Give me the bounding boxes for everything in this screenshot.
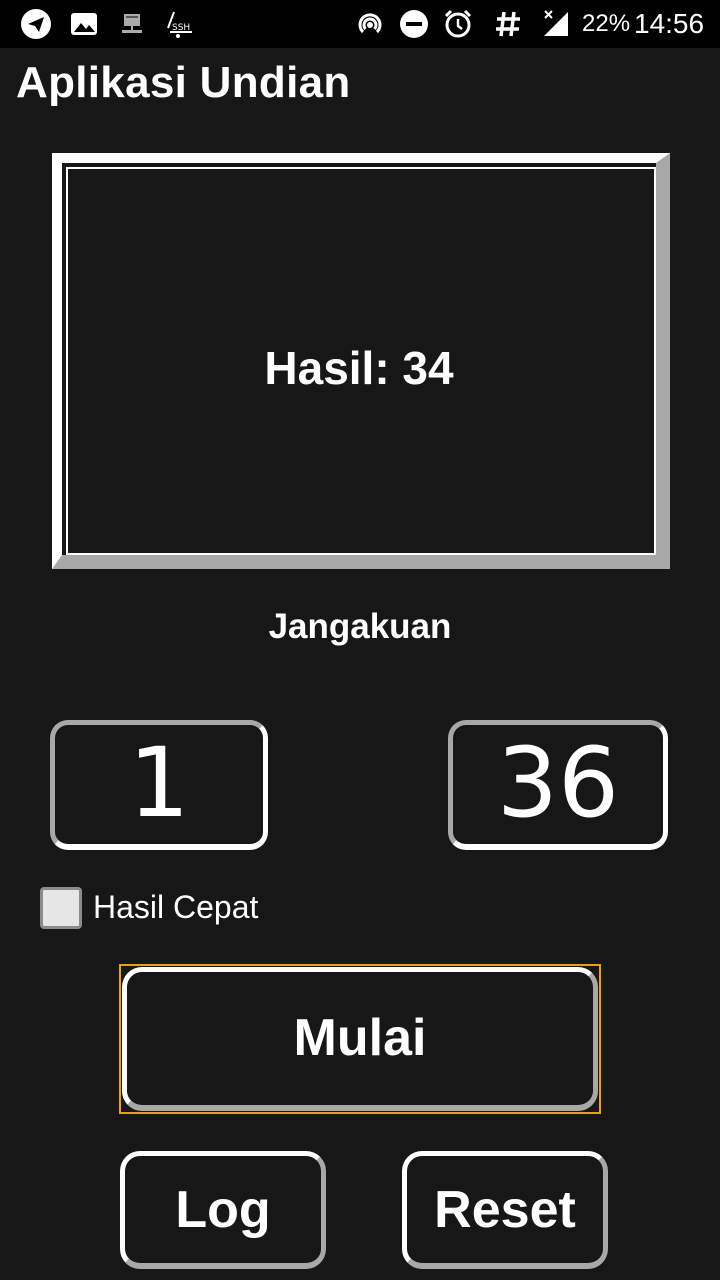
reset-button[interactable]: Reset (402, 1151, 608, 1269)
image-icon (71, 13, 97, 35)
app-title: Aplikasi Undian (16, 58, 351, 107)
status-bar: SSH 22% 14:56 (0, 0, 720, 48)
ssh-icon: SSH (167, 11, 192, 38)
quick-result-label[interactable]: Hasil Cepat (93, 889, 258, 926)
do-not-disturb-icon (400, 10, 428, 38)
battery-percent: 22% (582, 10, 631, 37)
telegram-icon (21, 9, 51, 39)
signal-icon (544, 10, 568, 36)
range-label: Jangakuan (268, 607, 452, 646)
range-max-input[interactable]: 36 (448, 720, 668, 850)
clock: 14:56 (634, 8, 705, 39)
result-panel: Hasil: 34 (52, 153, 670, 569)
result-text: Hasil: 34 (264, 342, 454, 394)
log-button[interactable]: Log (120, 1151, 326, 1269)
quick-result-checkbox[interactable] (40, 887, 82, 929)
range-min-input[interactable]: 1 (50, 720, 268, 850)
start-button[interactable]: Mulai (122, 967, 598, 1111)
alarm-icon (444, 9, 472, 38)
hotspot-icon (358, 13, 382, 34)
hash-icon (496, 11, 520, 37)
network-icon (122, 14, 142, 33)
